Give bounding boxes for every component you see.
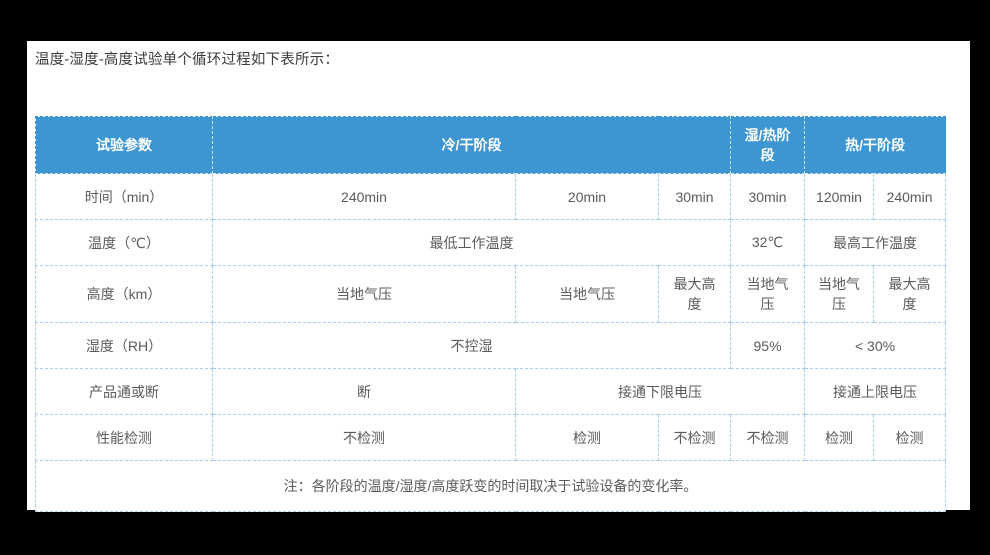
cell-power-off: 断 — [213, 369, 516, 415]
cell-detection-6: 检测 — [874, 415, 946, 461]
cell-humidity-hot: < 30% — [805, 323, 946, 369]
table-row-detection: 性能检测 不检测 检测 不检测 不检测 检测 检测 — [36, 415, 946, 461]
row-label-time: 时间（min） — [36, 174, 213, 220]
cell-time-2: 20min — [516, 174, 659, 220]
cell-detection-3: 不检测 — [659, 415, 731, 461]
table-row-note: 注：各阶段的温度/湿度/高度跃变的时间取决于试验设备的变化率。 — [36, 461, 946, 512]
cell-time-5: 120min — [805, 174, 874, 220]
cell-time-4: 30min — [731, 174, 805, 220]
header-row: 试验参数 冷/干阶段 湿/热阶段 热/干阶段 — [36, 117, 946, 174]
row-label-power: 产品通或断 — [36, 369, 213, 415]
cell-humidity-wet: 95% — [731, 323, 805, 369]
cell-detection-2: 检测 — [516, 415, 659, 461]
header-test-parameter: 试验参数 — [36, 117, 213, 174]
cell-temperature-cold: 最低工作温度 — [213, 220, 731, 266]
row-label-humidity: 湿度（RH） — [36, 323, 213, 369]
header-cold-dry-stage: 冷/干阶段 — [213, 117, 731, 174]
header-wet-hot-stage: 湿/热阶段 — [731, 117, 805, 174]
page-title: 温度-湿度-高度试验单个循环过程如下表所示： — [35, 48, 339, 69]
cell-detection-4: 不检测 — [731, 415, 805, 461]
cell-humidity-cold: 不控湿 — [213, 323, 731, 369]
page-root: { "page": { "title": "温度-湿度-高度试验单个循环过程如下… — [0, 0, 990, 555]
row-label-temperature: 温度（℃） — [36, 220, 213, 266]
cell-temperature-wet: 32℃ — [731, 220, 805, 266]
table-row-temperature: 温度（℃） 最低工作温度 32℃ 最高工作温度 — [36, 220, 946, 266]
table-row-altitude: 高度（km） 当地气压 当地气压 最大高度 当地气压 当地气压 最大高度 — [36, 266, 946, 323]
cell-note: 注：各阶段的温度/湿度/高度跃变的时间取决于试验设备的变化率。 — [36, 461, 946, 512]
table-body: 时间（min） 240min 20min 30min 30min 120min … — [36, 174, 946, 512]
row-label-detection: 性能检测 — [36, 415, 213, 461]
table-row-power: 产品通或断 断 接通下限电压 接通上限电压 — [36, 369, 946, 415]
cell-altitude-6: 最大高度 — [874, 266, 946, 323]
cell-detection-1: 不检测 — [213, 415, 516, 461]
table-header: 试验参数 冷/干阶段 湿/热阶段 热/干阶段 — [36, 117, 946, 174]
table-row-time: 时间（min） 240min 20min 30min 30min 120min … — [36, 174, 946, 220]
cell-altitude-5: 当地气压 — [805, 266, 874, 323]
cell-detection-5: 检测 — [805, 415, 874, 461]
cell-temperature-hot: 最高工作温度 — [805, 220, 946, 266]
header-hot-dry-stage: 热/干阶段 — [805, 117, 946, 174]
cell-time-6: 240min — [874, 174, 946, 220]
cell-altitude-1: 当地气压 — [213, 266, 516, 323]
content-panel: 温度-湿度-高度试验单个循环过程如下表所示： 试验参数 冷/干阶段 湿/热阶段 … — [27, 41, 970, 510]
cell-power-upper-voltage: 接通上限电压 — [805, 369, 946, 415]
cell-time-1: 240min — [213, 174, 516, 220]
row-label-altitude: 高度（km） — [36, 266, 213, 323]
cell-power-lower-voltage: 接通下限电压 — [516, 369, 805, 415]
table-row-humidity: 湿度（RH） 不控湿 95% < 30% — [36, 323, 946, 369]
cell-altitude-2: 当地气压 — [516, 266, 659, 323]
test-cycle-table: 试验参数 冷/干阶段 湿/热阶段 热/干阶段 时间（min） 240min 20… — [35, 116, 946, 512]
cell-time-3: 30min — [659, 174, 731, 220]
cell-altitude-3: 最大高度 — [659, 266, 731, 323]
cell-altitude-4: 当地气压 — [731, 266, 805, 323]
